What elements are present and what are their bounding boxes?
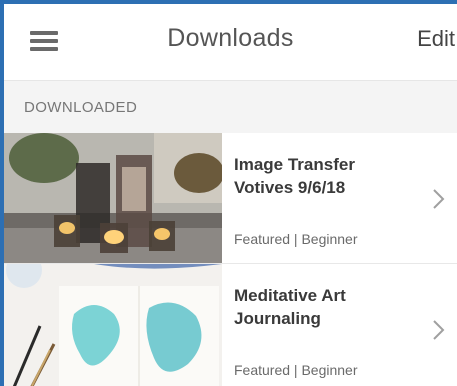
section-header-downloaded: DOWNLOADED <box>4 80 457 133</box>
item-title: Meditative Art Journaling <box>234 286 346 328</box>
item-meta: Featured | Beginner <box>234 231 358 247</box>
item-title: Image Transfer Votives 9/6/18 <box>234 155 355 197</box>
item-info: Image Transfer Votives 9/6/18 Featured |… <box>222 133 457 263</box>
nav-header: Downloads Edit <box>4 4 457 80</box>
watercolor-journal-thumbnail <box>4 264 222 386</box>
item-info: Meditative Art Journaling Featured | Beg… <box>222 264 457 386</box>
app-frame: Downloads Edit DOWNLOADED Image Transfer… <box>0 0 457 386</box>
votive-candles-thumbnail <box>4 133 222 263</box>
page-title: Downloads <box>167 24 294 52</box>
list-item[interactable]: Meditative Art Journaling Featured | Beg… <box>4 264 457 386</box>
chevron-right-icon <box>433 189 445 209</box>
edit-button[interactable]: Edit <box>417 26 455 52</box>
chevron-right-icon <box>433 320 445 340</box>
list-item[interactable]: Image Transfer Votives 9/6/18 Featured |… <box>4 133 457 264</box>
item-meta: Featured | Beginner <box>234 362 358 378</box>
